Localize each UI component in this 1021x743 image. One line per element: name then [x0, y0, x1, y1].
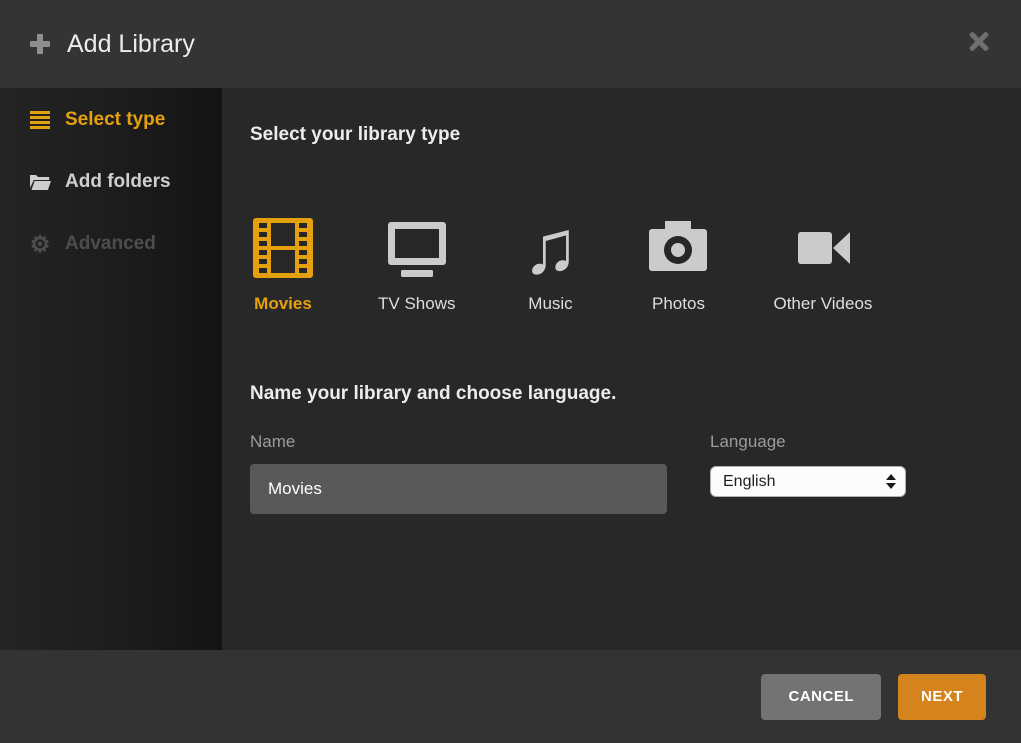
sidebar-item-add-folders[interactable]: Add folders — [0, 162, 222, 202]
name-label: Name — [250, 431, 667, 453]
sidebar-item-select-type[interactable]: Select type — [0, 100, 222, 140]
steps-sidebar: Select type Add folders ⚙ Advanced — [0, 88, 222, 650]
dialog-title: Add Library — [67, 30, 195, 59]
type-label: Music — [528, 293, 572, 315]
library-name-input[interactable] — [250, 464, 667, 514]
type-music[interactable]: ♫ Music — [517, 215, 583, 315]
name-field-group: Name — [250, 431, 667, 514]
sidebar-item-label: Advanced — [65, 233, 156, 255]
close-icon[interactable] — [968, 31, 990, 53]
type-label: Photos — [652, 293, 705, 315]
type-other-videos[interactable]: Other Videos — [773, 215, 872, 315]
type-tv-shows[interactable]: TV Shows — [378, 215, 455, 315]
language-label: Language — [710, 431, 906, 453]
video-camera-icon — [790, 215, 856, 281]
type-label: TV Shows — [378, 293, 455, 315]
folder-open-icon — [28, 173, 52, 191]
dialog-header: Add Library — [0, 0, 1021, 88]
camera-icon — [645, 215, 711, 281]
type-movies[interactable]: Movies — [250, 215, 316, 315]
sidebar-item-label: Add folders — [65, 171, 171, 193]
type-label: Other Videos — [773, 293, 872, 315]
dialog-footer: CANCEL NEXT — [0, 650, 1021, 743]
select-stepper-icon — [886, 474, 896, 489]
plus-icon — [30, 34, 50, 54]
library-type-heading: Select your library type — [250, 122, 1021, 148]
language-selected-value: English — [723, 473, 775, 491]
film-icon — [250, 215, 316, 281]
language-field-group: Language English — [710, 431, 906, 514]
music-note-icon: ♫ — [517, 215, 583, 281]
sidebar-item-advanced: ⚙ Advanced — [0, 224, 222, 264]
add-library-dialog: Add Library Select type Add folders ⚙ Ad… — [0, 0, 1021, 743]
gear-icon: ⚙ — [28, 232, 52, 256]
tv-icon — [384, 215, 450, 281]
type-photos[interactable]: Photos — [645, 215, 711, 315]
language-select[interactable]: English — [710, 466, 906, 497]
type-label: Movies — [254, 293, 312, 315]
fields-row: Name Language English — [250, 431, 1021, 514]
list-lines-icon — [28, 111, 52, 129]
library-type-row: Movies TV Shows ♫ Music — [250, 215, 1021, 315]
main-panel: Select your library type — [222, 88, 1021, 650]
sidebar-item-label: Select type — [65, 109, 165, 131]
cancel-button[interactable]: CANCEL — [761, 674, 881, 720]
name-language-heading: Name your library and choose language. — [250, 382, 1021, 406]
next-button[interactable]: NEXT — [898, 674, 986, 720]
